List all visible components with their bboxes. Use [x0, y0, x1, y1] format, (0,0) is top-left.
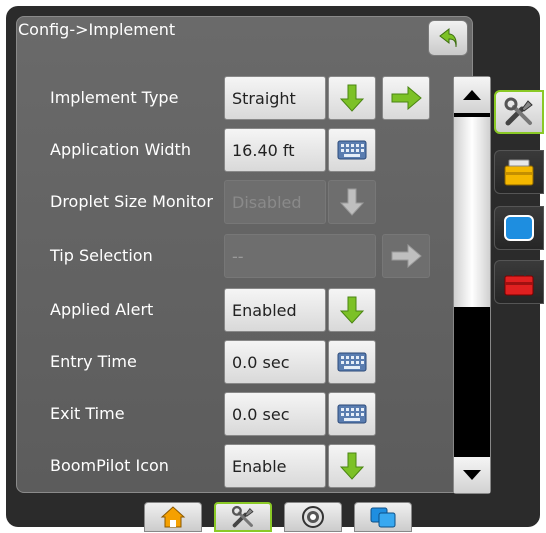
implement-type-down-button[interactable]	[328, 76, 376, 120]
entry-time-keyboard-button[interactable]	[328, 340, 376, 384]
console-frame: Config->Implement Implement Type Straigh…	[6, 6, 544, 532]
implement-type-next-button[interactable]	[382, 76, 430, 120]
scrollbar[interactable]	[453, 76, 491, 494]
exit-time-label: Exit Time	[50, 404, 125, 423]
scrollbar-thumb[interactable]	[454, 117, 490, 307]
droplet-size-monitor-value: Disabled	[224, 180, 326, 224]
entry-time-label: Entry Time	[50, 352, 137, 371]
triangle-up-icon	[463, 90, 481, 100]
application-width-value[interactable]: 16.40 ft	[224, 128, 326, 172]
entry-time-value[interactable]: 0.0 sec	[224, 340, 326, 384]
applied-alert-down-button[interactable]	[328, 288, 376, 332]
tip-selection-next-button	[382, 234, 430, 278]
triangle-down-icon	[463, 470, 481, 480]
page-title: Config->Implement	[18, 20, 176, 39]
toolbox-yellow-icon	[504, 159, 534, 186]
down-arrow-icon	[340, 296, 364, 324]
applied-alert-label: Applied Alert	[50, 300, 154, 319]
tip-selection-label: Tip Selection	[50, 246, 153, 265]
application-width-label: Application Width	[50, 140, 191, 159]
scroll-down-button[interactable]	[454, 457, 490, 493]
tools-icon	[504, 97, 533, 126]
droplet-size-monitor-down-button	[328, 180, 376, 224]
toolbox-red-icon	[504, 270, 534, 296]
keyboard-icon	[337, 140, 367, 160]
bottom-tab-home[interactable]	[144, 502, 202, 532]
right-arrow-icon	[391, 86, 422, 110]
exit-time-keyboard-button[interactable]	[328, 392, 376, 436]
down-arrow-icon	[340, 452, 364, 480]
scroll-up-button[interactable]	[454, 77, 490, 113]
implement-type-value[interactable]: Straight	[224, 76, 326, 120]
tools-icon	[231, 505, 254, 528]
bottom-tab-tools[interactable]	[214, 502, 272, 532]
bottom-tab-windows[interactable]	[354, 502, 412, 532]
implement-type-label: Implement Type	[50, 88, 179, 107]
side-tab-tools[interactable]	[494, 90, 544, 134]
application-width-keyboard-button[interactable]	[328, 128, 376, 172]
monitor-blue-icon	[504, 215, 534, 241]
applied-alert-value[interactable]: Enabled	[224, 288, 326, 332]
side-tab-system[interactable]	[494, 150, 544, 194]
boompilot-icon-value[interactable]: Enable	[224, 444, 326, 488]
keyboard-icon	[337, 352, 367, 372]
tip-selection-value: --	[224, 234, 376, 278]
side-tab-tools-red[interactable]	[494, 260, 544, 304]
keyboard-icon	[337, 404, 367, 424]
down-arrow-icon	[340, 188, 364, 216]
guidance-icon	[302, 506, 324, 528]
exit-time-value[interactable]: 0.0 sec	[224, 392, 326, 436]
droplet-size-monitor-label: Droplet Size Monitor	[50, 192, 213, 211]
side-tab-console[interactable]	[494, 206, 544, 250]
boompilot-icon-label: BoomPilot Icon	[50, 456, 169, 475]
boompilot-icon-down-button[interactable]	[328, 444, 376, 488]
bottom-tab-guidance[interactable]	[284, 502, 342, 532]
down-arrow-icon	[340, 84, 364, 112]
home-icon	[160, 506, 186, 528]
back-button[interactable]	[428, 20, 468, 56]
back-arrow-icon	[439, 27, 457, 48]
right-arrow-icon	[391, 244, 422, 268]
windows-icon	[370, 507, 396, 528]
